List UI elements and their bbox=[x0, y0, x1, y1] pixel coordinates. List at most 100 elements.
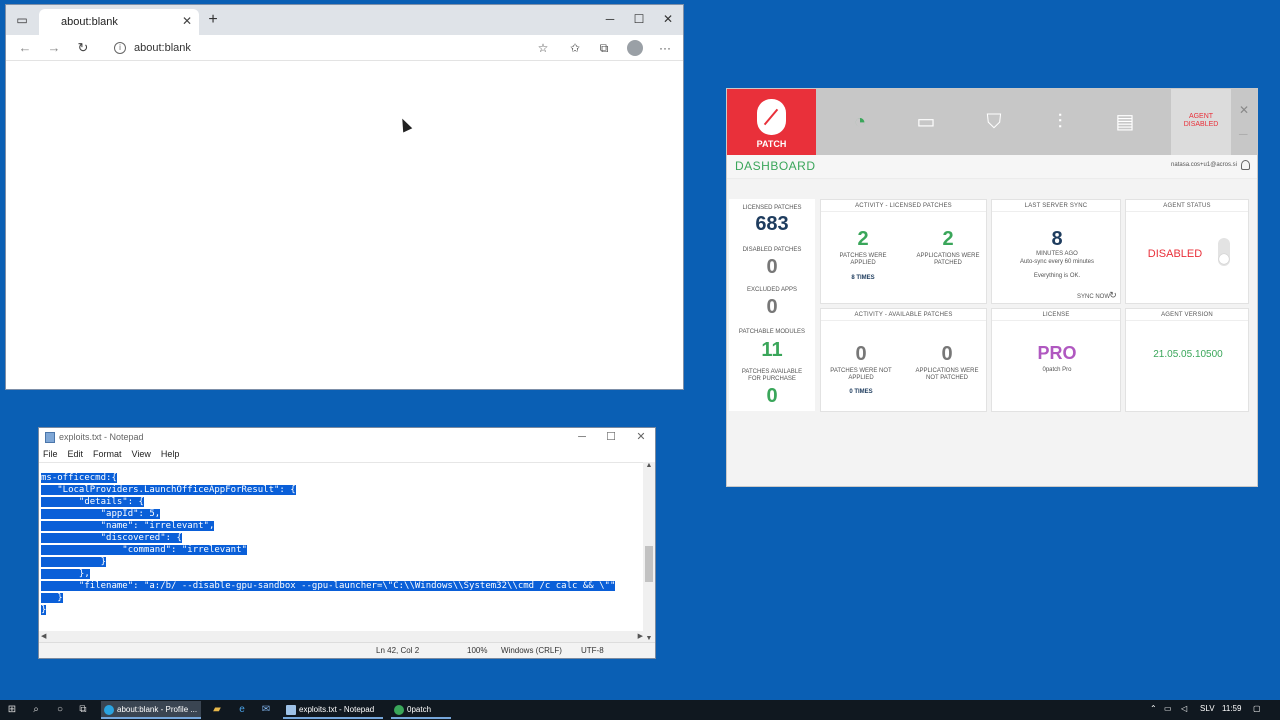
notepad-text-area[interactable]: ms-officecmd:{ "LocalProviders.LaunchOff… bbox=[39, 462, 645, 642]
cortana-icon[interactable]: ○ bbox=[51, 702, 69, 718]
favorites-icon[interactable]: ✩ bbox=[564, 38, 586, 58]
agent-disabled-badge: AGENT DISABLED bbox=[1171, 89, 1231, 155]
clipboard-icon[interactable]: ▤ bbox=[1111, 109, 1139, 135]
scroll-thumb[interactable] bbox=[645, 546, 653, 582]
file-explorer-icon[interactable]: ▰ bbox=[208, 702, 226, 718]
apps-not-patched-value: 0 bbox=[941, 343, 953, 365]
menu-help[interactable]: Help bbox=[161, 446, 180, 462]
network-icon[interactable]: ▭ bbox=[1164, 704, 1172, 713]
sync-unit: MINUTES AGO bbox=[1036, 251, 1078, 257]
encoding: UTF-8 bbox=[581, 646, 604, 655]
more-icon[interactable]: ··· bbox=[654, 38, 676, 58]
notepad-statusbar: Ln 42, Col 2 100% Windows (CRLF) UTF-8 bbox=[39, 642, 655, 658]
patch-brand-tab[interactable]: PATCH bbox=[727, 89, 816, 155]
mouse-cursor-icon bbox=[397, 116, 413, 133]
0patch-header: PATCH ◔ ▭ ⛉ ⫶ ▤ AGENT DISABLED ✕ ─ bbox=[727, 89, 1257, 155]
stat-label: PATCHABLE MODULES bbox=[738, 329, 806, 335]
maximize-icon[interactable]: ☐ bbox=[596, 428, 626, 446]
license-value: PRO bbox=[1037, 343, 1077, 363]
back-icon[interactable]: ← bbox=[14, 38, 36, 58]
vertical-scrollbar[interactable]: ▲ ▼ bbox=[643, 462, 655, 642]
sync-icon[interactable]: ↻ bbox=[1108, 291, 1118, 300]
horizontal-scrollbar[interactable]: ◀ ▶ bbox=[39, 631, 645, 642]
agent-toggle[interactable] bbox=[1218, 238, 1230, 266]
minimize-icon[interactable]: ─ bbox=[567, 428, 597, 446]
menu-file[interactable]: File bbox=[43, 446, 58, 462]
sync-now-button[interactable]: SYNC NOW bbox=[1064, 294, 1110, 301]
tab-title: about:blank bbox=[61, 16, 118, 28]
tab-actions-icon[interactable]: ▭ bbox=[12, 11, 32, 29]
close-window-icon[interactable]: ✕ bbox=[652, 5, 684, 33]
browser-toolbar: ← → ↻ i about:blank ☆ ✩ ⧉ ··· bbox=[6, 35, 683, 61]
mail-icon[interactable]: ✉ bbox=[257, 702, 275, 718]
times-count: 8 TIMES bbox=[851, 275, 875, 281]
chevron-up-icon[interactable]: ⌃ bbox=[1150, 704, 1157, 713]
notification-icon[interactable]: ▢ bbox=[1253, 704, 1261, 713]
stat-value: 0 bbox=[766, 256, 778, 278]
language-indicator[interactable]: SLV bbox=[1200, 704, 1215, 713]
patches-applied-value: 2 bbox=[857, 228, 869, 250]
menu-format[interactable]: Format bbox=[93, 446, 122, 462]
task-view-icon[interactable]: ⧉ bbox=[74, 702, 92, 718]
notepad-icon bbox=[45, 432, 55, 443]
maximize-icon[interactable]: ☐ bbox=[623, 5, 655, 33]
close-icon[interactable]: ✕ bbox=[1239, 103, 1249, 117]
0patch-icon bbox=[394, 705, 404, 715]
stat-value: 0 bbox=[766, 385, 778, 407]
patches-not-applied-value: 0 bbox=[855, 343, 867, 365]
apps-not-patched-label: APPLICATIONS WERE NOT PATCHED bbox=[915, 368, 979, 381]
collections-icon[interactable]: ⧉ bbox=[593, 38, 615, 58]
scroll-left-icon[interactable]: ◀ bbox=[41, 632, 46, 640]
menu-edit[interactable]: Edit bbox=[68, 446, 84, 462]
browser-tab[interactable]: about:blank ✕ bbox=[39, 9, 199, 35]
apps-patched-label: APPLICATIONS WERE PATCHED bbox=[916, 253, 980, 266]
scroll-up-icon[interactable]: ▲ bbox=[643, 462, 655, 469]
taskbar-app-notepad[interactable]: exploits.txt - Notepad bbox=[283, 701, 383, 719]
forward-icon[interactable]: → bbox=[43, 38, 65, 58]
scroll-right-icon[interactable]: ▶ bbox=[638, 632, 643, 640]
browser-window: ▭ about:blank ✕ + ─ ☐ ✕ ← → ↻ i about:bl… bbox=[5, 4, 684, 390]
menu-view[interactable]: View bbox=[132, 446, 151, 462]
agent-status-card: AGENT STATUS DISABLED bbox=[1125, 199, 1249, 304]
minimize-icon[interactable]: ─ bbox=[594, 5, 626, 33]
text-line: "filename": "a:/b/ --disable-gpu-sandbox… bbox=[41, 581, 616, 591]
activity-available-card: ACTIVITY - AVAILABLE PATCHES 0 PATCHES W… bbox=[820, 308, 987, 412]
0patch-logo-icon bbox=[757, 99, 786, 135]
search-icon[interactable]: ⌕ bbox=[27, 702, 45, 718]
brand-label: PATCH bbox=[756, 139, 787, 149]
stat-value: 0 bbox=[766, 296, 778, 318]
close-icon[interactable]: ✕ bbox=[626, 428, 656, 446]
address-bar[interactable]: i about:blank bbox=[106, 37, 561, 59]
info-icon: i bbox=[114, 42, 126, 54]
stats-column: LICENSED PATCHES 683 DISABLED PATCHES 0 … bbox=[729, 199, 815, 411]
card-title: ACTIVITY - LICENSED PATCHES bbox=[821, 200, 986, 212]
add-favorite-icon[interactable]: ☆ bbox=[532, 38, 554, 58]
dashboard-subbar: DASHBOARD natasa.cos+u1@acros.si bbox=[727, 155, 1257, 179]
minimize-icon[interactable]: ─ bbox=[1239, 127, 1248, 141]
profile-icon[interactable] bbox=[627, 40, 643, 56]
line-ending: Windows (CRLF) bbox=[501, 646, 562, 655]
sliders-icon[interactable]: ⫶ bbox=[1046, 109, 1074, 135]
notepad-titlebar: exploits.txt - Notepad ─ ☐ ✕ bbox=[39, 428, 655, 446]
agent-version-card: AGENT VERSION 21.05.05.10500 bbox=[1125, 308, 1249, 412]
window-icon[interactable]: ▭ bbox=[912, 109, 940, 135]
activity-licensed-card: ACTIVITY - LICENSED PATCHES 2 PATCHES WE… bbox=[820, 199, 987, 304]
ie-icon[interactable]: e bbox=[233, 702, 251, 718]
stat-label: EXCLUDED APPS bbox=[746, 287, 798, 293]
close-icon[interactable]: ✕ bbox=[182, 14, 192, 28]
clock[interactable]: 11:59 bbox=[1222, 704, 1241, 713]
plus-icon[interactable]: + bbox=[202, 10, 224, 30]
text-line: "appId": 5, bbox=[41, 509, 161, 519]
user-icon[interactable] bbox=[1241, 160, 1250, 170]
taskbar-app-browser[interactable]: about:blank - Profile ... bbox=[101, 701, 201, 719]
text-line: ms-officecmd:{ bbox=[41, 473, 117, 483]
speedometer-icon[interactable]: ◔ bbox=[846, 109, 874, 135]
sync-minutes-value: 8 bbox=[1051, 228, 1063, 250]
shield-icon[interactable]: ⛉ bbox=[980, 109, 1008, 135]
refresh-icon[interactable]: ↻ bbox=[72, 38, 94, 58]
card-title: AGENT STATUS bbox=[1126, 200, 1248, 212]
taskbar-app-0patch[interactable]: 0patch bbox=[391, 701, 451, 719]
windows-start-icon[interactable]: ⊞ bbox=[3, 702, 21, 718]
volume-icon[interactable]: ◁ bbox=[1181, 704, 1187, 713]
license-card: LICENSE PRO 0patch Pro bbox=[991, 308, 1121, 412]
